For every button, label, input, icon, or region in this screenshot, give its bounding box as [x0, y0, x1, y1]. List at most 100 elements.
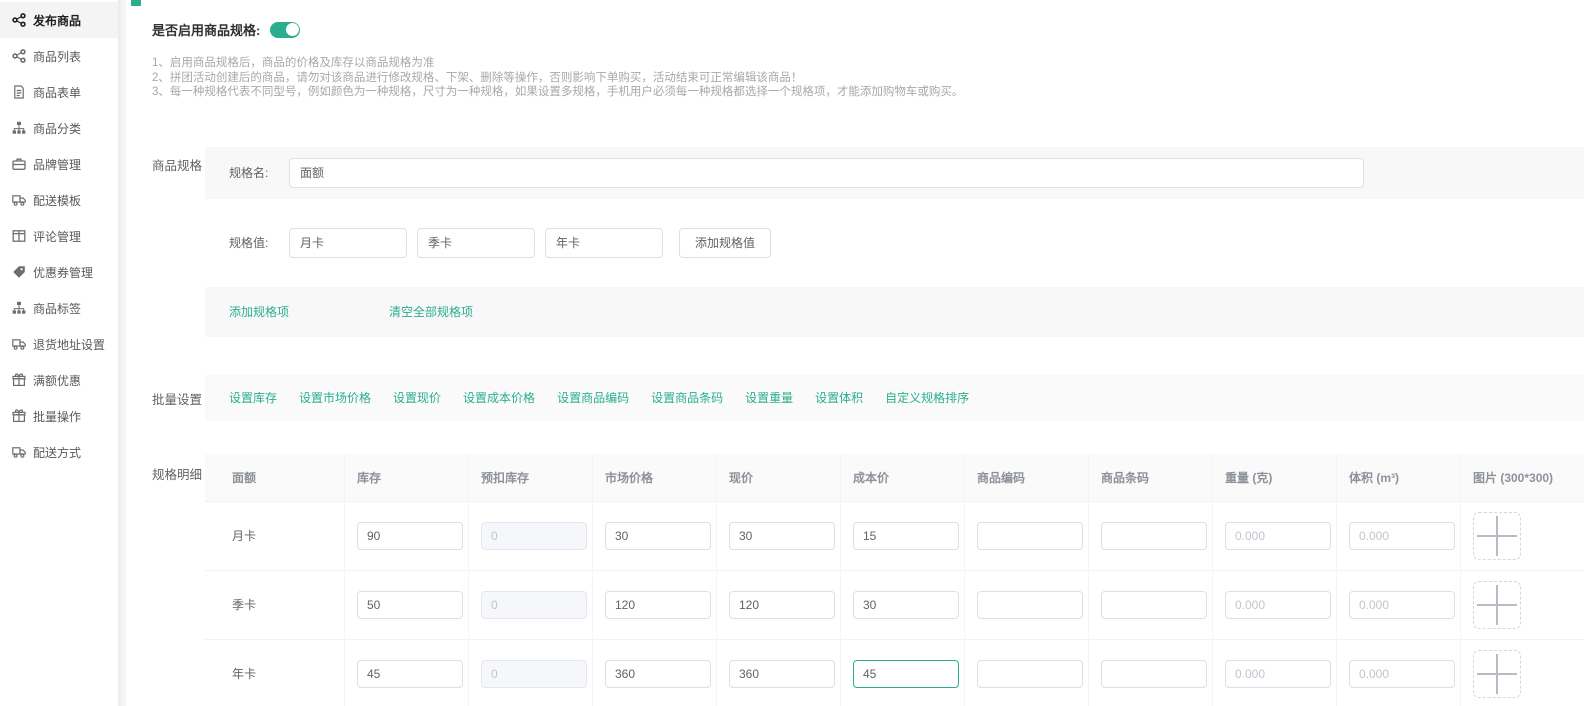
- enable-spec-toggle[interactable]: [270, 22, 300, 38]
- tag-icon: [12, 265, 26, 279]
- spec-name-cell: 季卡: [205, 571, 345, 639]
- reserved-stock-input: [481, 591, 587, 619]
- note-line: 2、拼团活动创建后的商品，请勿对该商品进行修改规格、下架、删除等操作，否则影响下…: [152, 71, 1584, 86]
- spec-value-input[interactable]: [289, 228, 407, 258]
- current-price-input[interactable]: [729, 660, 835, 688]
- spec-name-field-label: 规格名:: [229, 164, 281, 181]
- current-price-input[interactable]: [729, 522, 835, 550]
- set-product-code-link[interactable]: 设置商品编码: [557, 389, 629, 406]
- sidebar-item-label: 品牌管理: [33, 156, 81, 173]
- column-header: 成本价: [841, 454, 965, 501]
- weight-input[interactable]: [1225, 660, 1331, 688]
- truck-icon: [12, 445, 26, 459]
- spec-detail-section: 规格明细 面额 库存 预扣库存 市场价格 现价 成本价 商品编码 商品条码 重量…: [152, 447, 1584, 706]
- spec-links-row: 添加规格项 清空全部规格项: [205, 287, 1584, 337]
- sidebar-item-delivery-template[interactable]: 配送模板: [0, 182, 118, 218]
- set-current-price-link[interactable]: 设置现价: [393, 389, 441, 406]
- barcode-input[interactable]: [1101, 522, 1207, 550]
- set-market-price-link[interactable]: 设置市场价格: [299, 389, 371, 406]
- weight-input[interactable]: [1225, 591, 1331, 619]
- spec-name-input[interactable]: [289, 158, 1364, 188]
- add-spec-value-button[interactable]: 添加规格值: [679, 228, 771, 258]
- cost-price-input[interactable]: [853, 591, 959, 619]
- sidebar-item-label: 商品分类: [33, 120, 81, 137]
- sidebar-item-brand-management[interactable]: 品牌管理: [0, 146, 118, 182]
- product-code-input[interactable]: [977, 522, 1083, 550]
- product-code-input[interactable]: [977, 591, 1083, 619]
- section-accent-mark: [131, 0, 141, 6]
- column-header: 商品编码: [965, 454, 1089, 501]
- columns-icon: [12, 229, 26, 243]
- stock-input[interactable]: [357, 591, 463, 619]
- sidebar-item-coupon-management[interactable]: 优惠券管理: [0, 254, 118, 290]
- column-header: 商品条码: [1089, 454, 1213, 501]
- sitemap-icon: [12, 121, 26, 135]
- batch-links-bar: 设置库存 设置市场价格 设置现价 设置成本价格 设置商品编码 设置商品条码 设置…: [205, 375, 1584, 421]
- gift-icon: [12, 373, 26, 387]
- sidebar-item-label: 退货地址设置: [33, 336, 105, 353]
- sidebar-item-label: 发布商品: [33, 12, 81, 29]
- sidebar-item-product-tags[interactable]: 商品标签: [0, 290, 118, 326]
- set-barcode-link[interactable]: 设置商品条码: [651, 389, 723, 406]
- sidebar-item-return-address[interactable]: 退货地址设置: [0, 326, 118, 362]
- set-cost-price-link[interactable]: 设置成本价格: [463, 389, 535, 406]
- cost-price-input[interactable]: [853, 522, 959, 550]
- stock-input[interactable]: [357, 522, 463, 550]
- share-nodes-icon: [12, 49, 26, 63]
- spec-value-input[interactable]: [417, 228, 535, 258]
- sidebar-item-product-form[interactable]: 商品表单: [0, 74, 118, 110]
- volume-input[interactable]: [1349, 591, 1455, 619]
- sidebar-item-product-list[interactable]: 商品列表: [0, 38, 118, 74]
- clear-all-spec-link[interactable]: 清空全部规格项: [389, 303, 473, 320]
- cost-price-input-focused[interactable]: [853, 660, 959, 688]
- sidebar-item-label: 配送模板: [33, 192, 81, 209]
- volume-input[interactable]: [1349, 660, 1455, 688]
- product-spec-label: 商品规格: [152, 147, 205, 174]
- spec-value-field-label: 规格值:: [229, 234, 281, 251]
- set-weight-link[interactable]: 设置重量: [745, 389, 793, 406]
- batch-settings-section: 批量设置 设置库存 设置市场价格 设置现价 设置成本价格 设置商品编码 设置商品…: [152, 375, 1584, 421]
- column-header: 图片 (300*300): [1461, 454, 1584, 501]
- set-volume-link[interactable]: 设置体积: [815, 389, 863, 406]
- sidebar-item-publish-product[interactable]: 发布商品: [0, 2, 118, 38]
- table-row: 年卡: [205, 640, 1584, 706]
- column-header: 库存: [345, 454, 469, 501]
- custom-spec-sort-link[interactable]: 自定义规格排序: [885, 389, 969, 406]
- column-header: 现价: [717, 454, 841, 501]
- sidebar-item-batch-operation[interactable]: 批量操作: [0, 398, 118, 434]
- image-upload-button[interactable]: [1473, 581, 1521, 629]
- sidebar-item-delivery-method[interactable]: 配送方式: [0, 434, 118, 470]
- spec-name-cell: 年卡: [205, 640, 345, 706]
- weight-input[interactable]: [1225, 522, 1331, 550]
- market-price-input[interactable]: [605, 522, 711, 550]
- sidebar: 发布商品 商品列表 商品表单 商品分类 品牌管理 配送模板 评论管理 优惠券管: [0, 0, 118, 706]
- app-window: 发布商品 商品列表 商品表单 商品分类 品牌管理 配送模板 评论管理 优惠券管: [0, 0, 1584, 706]
- market-price-input[interactable]: [605, 660, 711, 688]
- spec-value-row: 规格值: 添加规格值: [205, 199, 1584, 287]
- spec-value-input[interactable]: [545, 228, 663, 258]
- sidebar-item-label: 满额优惠: [33, 372, 81, 389]
- sidebar-item-full-discount[interactable]: 满额优惠: [0, 362, 118, 398]
- sidebar-item-label: 商品列表: [33, 48, 81, 65]
- set-stock-link[interactable]: 设置库存: [229, 389, 277, 406]
- sidebar-item-label: 批量操作: [33, 408, 81, 425]
- sidebar-scrollbar[interactable]: [118, 0, 127, 706]
- column-header: 面额: [205, 454, 345, 501]
- barcode-input[interactable]: [1101, 660, 1207, 688]
- stock-input[interactable]: [357, 660, 463, 688]
- image-upload-button[interactable]: [1473, 512, 1521, 560]
- current-price-input[interactable]: [729, 591, 835, 619]
- product-code-input[interactable]: [977, 660, 1083, 688]
- batch-settings-label: 批量设置: [152, 375, 205, 408]
- sidebar-item-label: 优惠券管理: [33, 264, 93, 281]
- table-row: 季卡: [205, 571, 1584, 640]
- note-line: 3、每一种规格代表不同型号，例如颜色为一种规格，尺寸为一种规格，如果设置多规格，…: [152, 85, 1584, 100]
- image-upload-button[interactable]: [1473, 650, 1521, 698]
- sidebar-item-review-management[interactable]: 评论管理: [0, 218, 118, 254]
- barcode-input[interactable]: [1101, 591, 1207, 619]
- enable-spec-row: 是否启用商品规格:: [152, 20, 1584, 39]
- market-price-input[interactable]: [605, 591, 711, 619]
- volume-input[interactable]: [1349, 522, 1455, 550]
- sidebar-item-product-category[interactable]: 商品分类: [0, 110, 118, 146]
- add-spec-item-link[interactable]: 添加规格项: [229, 303, 289, 320]
